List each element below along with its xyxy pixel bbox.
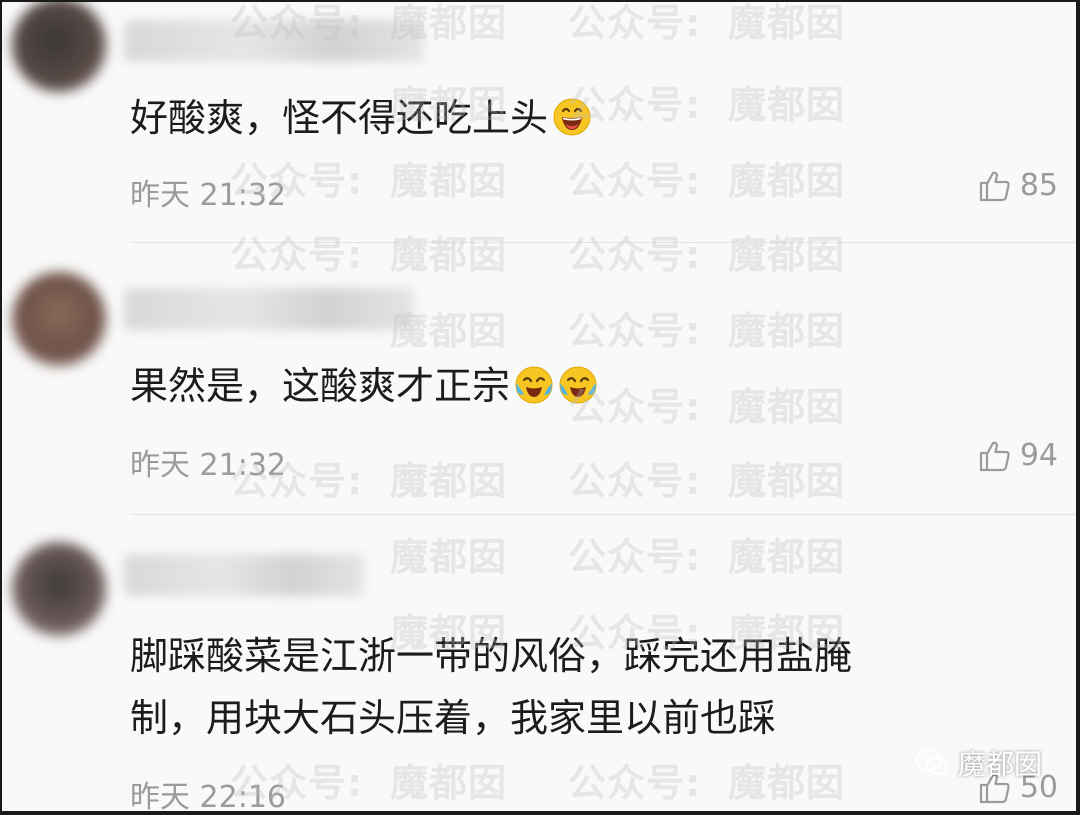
watermark-text: 魔都囡	[728, 1, 846, 45]
watermark-text: 魔都囡	[390, 233, 508, 277]
comment-text-content: 好酸爽，怪不得还吃上头	[130, 96, 549, 140]
avatar[interactable]	[12, 272, 106, 366]
thumbs-up-icon	[979, 171, 1010, 201]
crying-laughing-emoji	[515, 366, 553, 404]
watermark-text: 公众号:	[568, 159, 702, 203]
crying-laughing-emoji	[559, 366, 597, 404]
watermark-text: 公众号:	[568, 761, 702, 805]
grinning-face-emoji	[553, 98, 591, 136]
watermark-text: 魔都囡	[390, 459, 508, 503]
brand-label: 魔都囡	[957, 748, 1042, 781]
username-blurred[interactable]	[124, 20, 424, 62]
comment-text: 脚踩酸菜是江浙一带的风俗，踩完还用盐腌 制，用块大石头压着，我家里以前也踩	[130, 628, 852, 746]
watermark-text: 公众号:	[230, 233, 364, 277]
username-blurred[interactable]	[124, 554, 364, 596]
like-count: 94	[1019, 438, 1058, 473]
divider	[130, 242, 1076, 243]
watermark-text: 魔都囡	[728, 233, 846, 277]
watermark-text: 公众号:	[568, 459, 702, 503]
watermark-text: 魔都囡	[728, 159, 846, 203]
comment-text: 好酸爽，怪不得还吃上头	[130, 90, 592, 146]
thumbs-up-icon	[979, 441, 1010, 471]
wechat-icon	[914, 748, 949, 776]
comment-time: 昨天 21:32	[130, 178, 286, 213]
like-button[interactable]: 94	[978, 438, 1058, 473]
comment-text-line: 制，用块大石头压着，我家里以前也踩	[130, 696, 777, 740]
comment-text-content: 果然是，这酸爽才正宗	[130, 364, 511, 408]
watermark-text: 公众号:	[568, 309, 702, 353]
watermark-text: 魔都囡	[728, 761, 846, 805]
watermark-text: 公众号:	[568, 535, 702, 579]
avatar[interactable]	[12, 2, 106, 92]
like-count: 85	[1019, 168, 1058, 203]
watermark-text: 魔都囡	[390, 761, 508, 805]
watermark-text: 魔都囡	[728, 309, 846, 353]
comment-text-line: 脚踩酸菜是江浙一带的风俗，踩完还用盐腌	[130, 634, 853, 678]
comment-time: 昨天 22:16	[130, 780, 286, 815]
watermark-text: 魔都囡	[728, 459, 846, 503]
watermark-text: 魔都囡	[390, 159, 508, 203]
username-blurred[interactable]	[124, 288, 414, 330]
comment-text: 果然是，这酸爽才正宗	[130, 358, 598, 414]
watermark-text: 公众号:	[568, 233, 702, 277]
watermark-text: 公众号:	[568, 1, 702, 45]
avatar[interactable]	[12, 542, 106, 636]
like-button[interactable]: 85	[978, 168, 1058, 203]
watermark-text: 魔都囡	[728, 535, 846, 579]
brand-watermark: 魔都囡	[914, 743, 1042, 783]
watermark-text: 魔都囡	[728, 385, 846, 429]
watermark-text: 魔都囡	[390, 535, 508, 579]
divider	[130, 514, 1076, 515]
watermark-text: 魔都囡	[728, 83, 846, 127]
comment-time: 昨天 21:32	[130, 448, 286, 483]
screenshot-frame: 好酸爽，怪不得还吃上头 昨天 21:32 85 果然是，这酸爽才正宗 昨天 21…	[0, 0, 1080, 815]
